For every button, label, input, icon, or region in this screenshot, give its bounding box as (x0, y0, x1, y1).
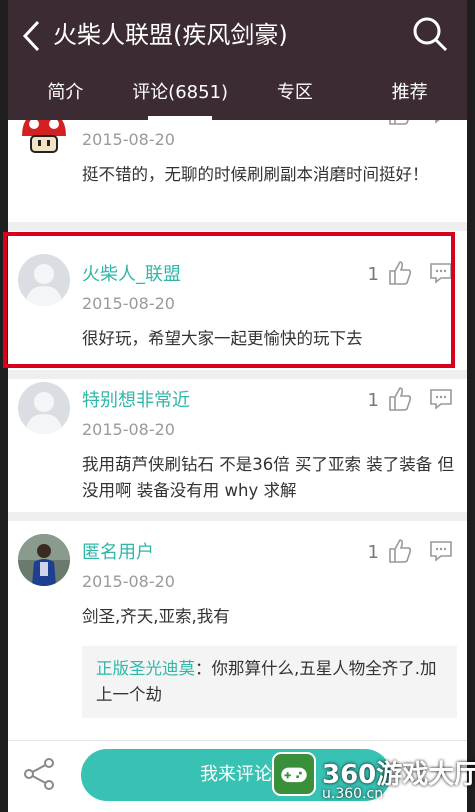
reply-username[interactable]: 正版圣光迪莫 (96, 659, 195, 678)
search-icon[interactable] (410, 14, 450, 54)
comment-text: 挺不错的，无聊的时候刷刷副本消磨时间挺好！ (82, 165, 429, 184)
back-arrow-icon[interactable] (16, 16, 50, 56)
thumb-up-icon[interactable] (387, 386, 413, 412)
comment-date: 2015-08-20 (82, 420, 175, 439)
page-title: 火柴人联盟(疾风剑豪) (53, 21, 288, 49)
tab-zone[interactable]: 专区 (238, 70, 353, 120)
thumb-up-icon[interactable] (387, 120, 413, 126)
watermark-domain: u.360.cn (322, 786, 384, 802)
user-photo-avatar[interactable] (18, 534, 70, 586)
like-count: 1 (367, 390, 379, 411)
comment-text: 剑圣,齐天,亚索,我有 (82, 607, 230, 626)
share-icon[interactable] (22, 757, 56, 791)
comment-date: 2015-08-20 (82, 130, 175, 149)
comment-item: dongbingyan 2 2015-08-20 挺不错的，无聊的时候刷刷副本消… (8, 120, 467, 224)
comment-date: 2015-08-20 (82, 572, 175, 591)
like-count: 2 (368, 120, 379, 123)
comment-bubble-icon[interactable] (429, 120, 453, 124)
divider (8, 370, 467, 379)
comment-item: 匿名用户 1 2015-08-20 剑圣,齐天,亚索,我有 正版圣光迪莫：你那算… (8, 534, 467, 734)
thumb-up-icon[interactable] (387, 538, 413, 564)
comment-item: 特别想非常近 1 2015-08-20 我用葫芦侠刷钻石 不是36倍 买了亚索 … (8, 382, 467, 512)
top-bar: 火柴人联盟(疾风剑豪) 简介 评论(6851) 专区 推荐 (8, 0, 467, 120)
divider (8, 512, 467, 521)
tab-recommend[interactable]: 推荐 (352, 70, 467, 120)
divider (8, 222, 467, 231)
highlight-box (3, 232, 455, 368)
phone-screen: 火柴人联盟(疾风剑豪) 简介 评论(6851) 专区 推荐 dongbingya… (8, 0, 467, 812)
comment-username[interactable]: 匿名用户 (82, 538, 154, 564)
comment-username[interactable]: 特别想非常近 (82, 386, 190, 412)
comment-bubble-icon[interactable] (429, 540, 453, 562)
tab-intro[interactable]: 简介 (8, 70, 123, 120)
like-count: 1 (367, 542, 379, 563)
comment-text: 我用葫芦侠刷钻石 不是36倍 买了亚索 装了装备 但没用啊 装备没有用 why … (82, 455, 454, 500)
comment-bubble-icon[interactable] (429, 388, 453, 410)
comment-username[interactable]: dongbingyan (82, 120, 200, 121)
default-avatar[interactable] (18, 382, 70, 434)
reply-box: 正版圣光迪莫：你那算什么,五星人物全齐了.加上一个劫 (82, 646, 457, 718)
game-controller-icon (272, 752, 316, 796)
tab-bar: 简介 评论(6851) 专区 推荐 (8, 70, 467, 120)
comment-list[interactable]: dongbingyan 2 2015-08-20 挺不错的，无聊的时候刷刷副本消… (8, 120, 467, 740)
tab-comments[interactable]: 评论(6851) (123, 70, 238, 120)
mushroom-avatar[interactable] (18, 120, 70, 158)
